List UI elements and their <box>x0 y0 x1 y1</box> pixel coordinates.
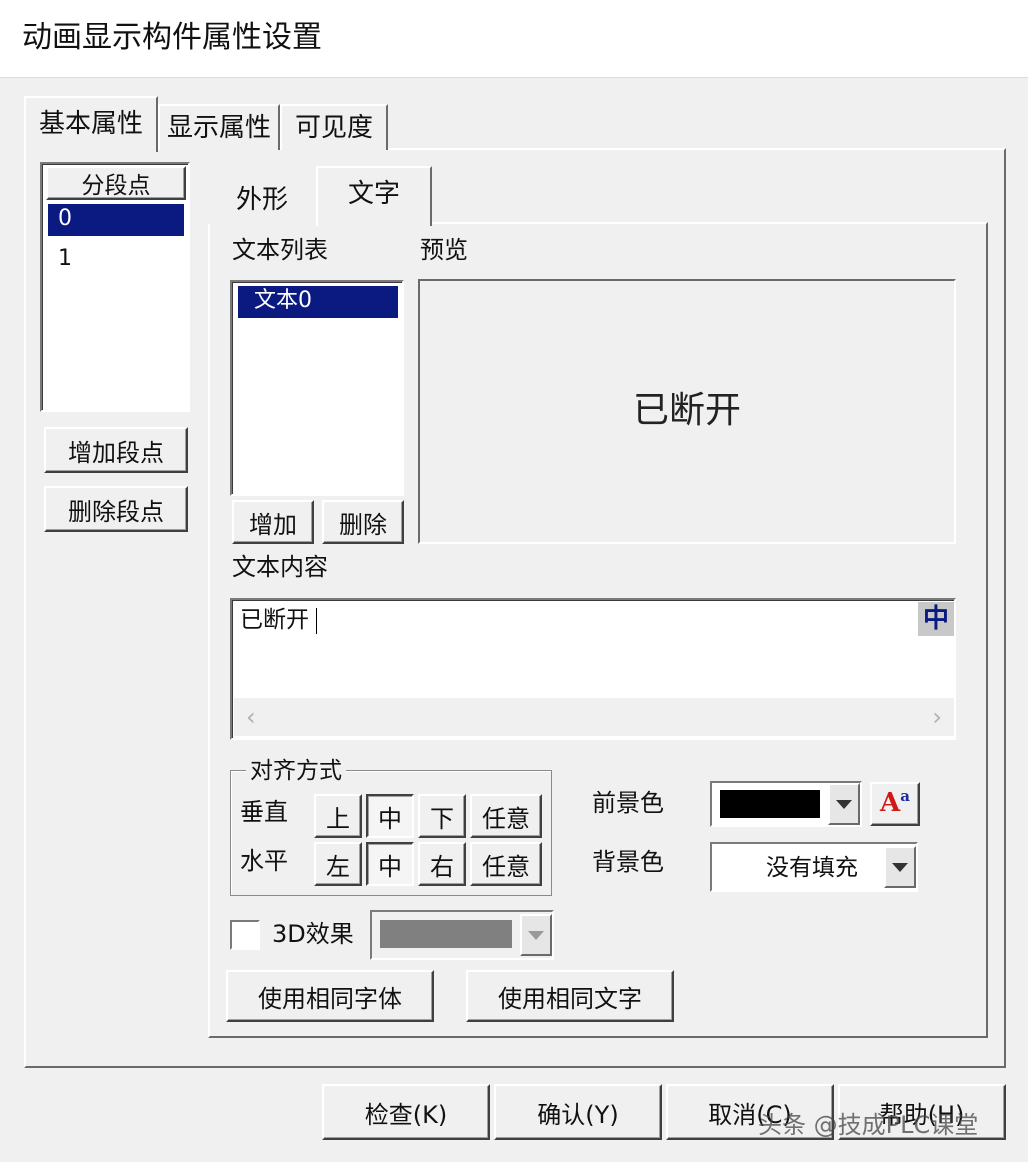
segment-item-1[interactable]: 1 <box>48 244 184 276</box>
tab-label: 文字 <box>347 179 400 209</box>
content-label: 文本内容 <box>232 553 328 581</box>
watermark: 头条 @技成PLC课堂 <box>758 1111 979 1139</box>
chevron-down-icon <box>892 862 908 872</box>
segment-list[interactable]: 分段点 0 1 <box>40 162 190 412</box>
3d-effect-label: 3D效果 <box>272 920 354 948</box>
confirm-button[interactable]: 确认(Y) <box>494 1084 662 1140</box>
foreground-color-combo[interactable] <box>710 781 862 827</box>
align-vertical-any-button[interactable]: 任意 <box>470 794 542 838</box>
tab-label: 基本属性 <box>38 109 143 139</box>
align-left-button[interactable]: 左 <box>314 842 362 886</box>
background-color-combo[interactable]: 没有填充 <box>710 842 918 892</box>
ime-chinese-icon[interactable]: 中 <box>918 602 954 636</box>
preview-box: 已断开 <box>418 279 956 544</box>
tab-label: 外形 <box>235 185 288 215</box>
foreground-dropdown-arrow[interactable] <box>828 783 860 825</box>
font-color-icon: Aa <box>880 786 910 818</box>
align-bottom-button[interactable]: 下 <box>418 794 466 838</box>
use-same-font-button[interactable]: 使用相同字体 <box>226 970 434 1022</box>
3d-effect-color-combo <box>370 910 554 960</box>
delete-segment-button[interactable]: 删除段点 <box>44 486 188 532</box>
tab-label: 可见度 <box>294 113 373 143</box>
text-list-label: 文本列表 <box>232 236 328 264</box>
vertical-label: 垂直 <box>240 798 288 826</box>
horizontal-label: 水平 <box>240 847 288 875</box>
background-dropdown-arrow[interactable] <box>884 846 916 888</box>
align-horizontal-any-button[interactable]: 任意 <box>470 842 542 886</box>
segment-list-header: 分段点 <box>46 166 186 200</box>
use-same-text-button[interactable]: 使用相同文字 <box>466 970 674 1022</box>
segment-item-0[interactable]: 0 <box>48 204 184 236</box>
title-bar: 动画显示构件属性设置 <box>0 0 1028 78</box>
align-center-button[interactable]: 中 <box>366 842 414 886</box>
preview-text: 已断开 <box>632 390 741 431</box>
chevron-down-icon <box>836 799 852 809</box>
align-middle-button[interactable]: 中 <box>366 794 414 838</box>
3d-effect-checkbox[interactable] <box>230 920 260 950</box>
scroll-right-icon[interactable]: › <box>932 702 942 732</box>
delete-text-button[interactable]: 删除 <box>322 500 404 544</box>
text-cursor <box>316 608 317 634</box>
align-top-button[interactable]: 上 <box>314 794 362 838</box>
add-segment-button[interactable]: 增加段点 <box>44 427 188 473</box>
check-button[interactable]: 检查(K) <box>322 1084 490 1140</box>
3d-effect-color-swatch <box>380 920 512 948</box>
preview-label: 预览 <box>420 236 468 264</box>
add-text-button[interactable]: 增加 <box>232 500 314 544</box>
align-right-button[interactable]: 右 <box>418 842 466 886</box>
tab-visibility[interactable]: 可见度 <box>280 104 388 150</box>
3d-effect-dropdown-arrow <box>520 914 552 956</box>
tab-label: 显示属性 <box>166 113 271 143</box>
text-list-item-0[interactable]: 文本0 <box>238 286 398 318</box>
background-color-label: 背景色 <box>592 848 664 876</box>
foreground-color-label: 前景色 <box>592 789 664 817</box>
subtab-shape[interactable]: 外形 <box>208 176 316 224</box>
content-text: 已断开 <box>240 607 309 633</box>
text-list[interactable]: 文本0 <box>230 280 404 496</box>
alignment-group-label: 对齐方式 <box>246 757 346 785</box>
horizontal-scrollbar[interactable]: ‹ › <box>234 698 954 736</box>
tab-display-properties[interactable]: 显示属性 <box>158 104 280 150</box>
foreground-color-swatch <box>720 790 820 818</box>
chevron-down-icon <box>528 930 544 940</box>
subtab-text[interactable]: 文字 <box>316 166 432 226</box>
scroll-left-icon[interactable]: ‹ <box>246 702 256 732</box>
window-title: 动画显示构件属性设置 <box>22 20 322 55</box>
content-textarea[interactable]: 已断开 中 ‹ › <box>230 598 956 740</box>
background-color-value: 没有填充 <box>766 855 858 881</box>
font-color-button[interactable]: Aa <box>870 782 920 826</box>
tab-basic-properties[interactable]: 基本属性 <box>24 96 158 152</box>
